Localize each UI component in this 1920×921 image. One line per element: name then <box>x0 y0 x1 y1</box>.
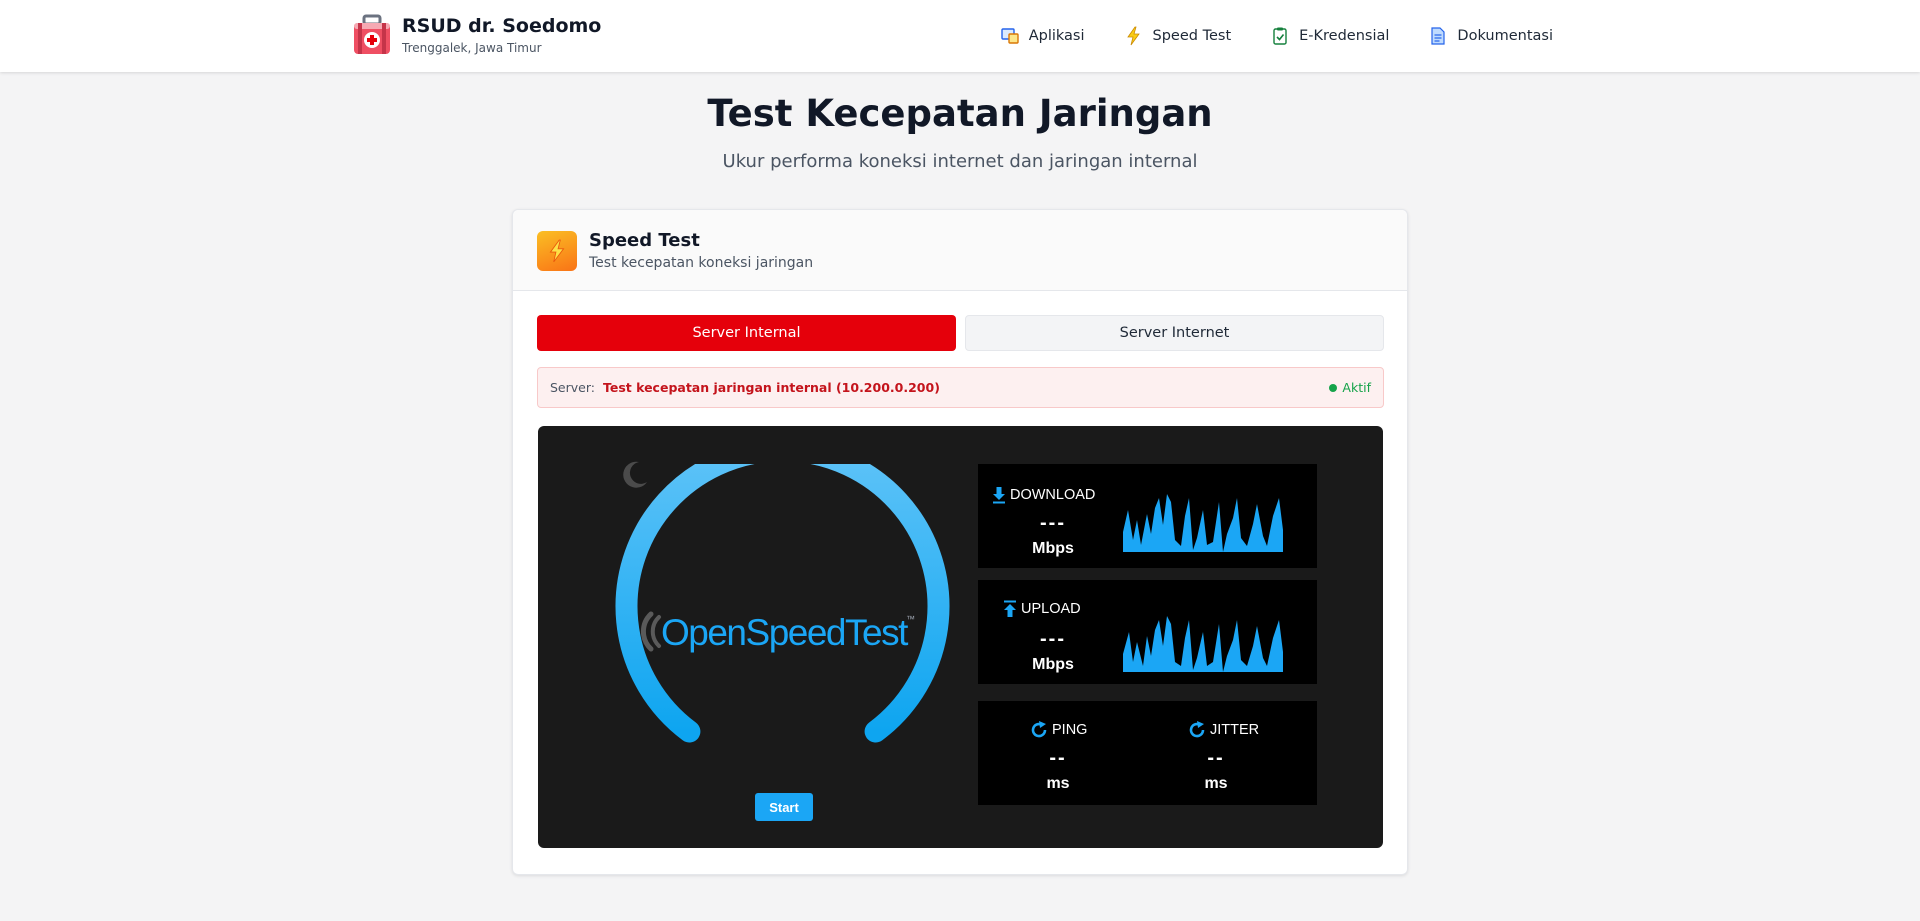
refresh-icon <box>1189 721 1205 738</box>
server-info-bar: Server: Test kecepatan jaringan internal… <box>537 367 1384 408</box>
jitter-value: -- <box>1207 747 1225 769</box>
nav-item-e-kredensial[interactable]: E-Kredensial <box>1269 25 1389 47</box>
download-label-text: DOWNLOAD <box>1010 487 1096 503</box>
document-icon <box>1427 25 1449 47</box>
jitter-label-text: JITTER <box>1210 722 1260 738</box>
download-graph <box>1123 494 1283 552</box>
tab-server-internal[interactable]: Server Internal <box>537 315 956 351</box>
nav-item-dokumentasi[interactable]: Dokumentasi <box>1427 25 1553 47</box>
page-title: Test Kecepatan Jaringan <box>707 92 1213 135</box>
jitter-label: JITTER <box>1188 721 1259 739</box>
ping-value: -- <box>1049 747 1067 769</box>
speedtest-panel: OpenSpeedTest ™ Start DOWNLOAD --- Mbps <box>538 426 1383 848</box>
download-label: DOWNLOAD <box>992 486 1095 504</box>
download-panel: DOWNLOAD --- Mbps <box>978 464 1317 568</box>
nav-label-speed-test: Speed Test <box>1152 28 1232 44</box>
lightning-icon <box>537 231 577 271</box>
upload-graph <box>1123 616 1283 672</box>
nav-label-e-kredensial: E-Kredensial <box>1299 28 1390 44</box>
upload-label-text: UPLOAD <box>1021 601 1081 617</box>
brand-title: RSUD dr. Soedomo <box>402 15 602 37</box>
logo-trademark: ™ <box>906 614 915 624</box>
first-aid-kit-icon <box>354 14 390 54</box>
server-label: Server: <box>550 380 595 395</box>
tab-server-internet[interactable]: Server Internet <box>965 315 1384 351</box>
upload-value: --- <box>1040 628 1066 650</box>
card-subtitle: Test kecepatan koneksi jaringan <box>589 255 814 271</box>
download-graph-area <box>1123 494 1283 552</box>
logo-text: OpenSpeedTest <box>661 612 909 653</box>
brand[interactable]: RSUD dr. Soedomo Trenggalek, Jawa Timur <box>352 14 601 56</box>
download-unit: Mbps <box>1032 540 1074 557</box>
openspeedtest-logo-icon: OpenSpeedTest ™ <box>640 611 915 653</box>
upload-label: UPLOAD <box>1003 600 1081 618</box>
upload-graph-area <box>1123 616 1283 672</box>
card-title: Speed Test <box>589 230 700 251</box>
status-dot-icon <box>1329 383 1338 392</box>
refresh-icon <box>1031 721 1047 738</box>
card-header: Speed Test Test kecepatan koneksi jaring… <box>513 210 1407 291</box>
ping-label-text: PING <box>1052 722 1088 738</box>
status-text: Aktif <box>1342 380 1371 395</box>
jitter-unit: ms <box>1204 775 1228 792</box>
nav-label-aplikasi: Aplikasi <box>1028 28 1085 44</box>
nav-item-aplikasi[interactable]: Aplikasi <box>999 25 1085 47</box>
upload-panel: UPLOAD --- Mbps <box>978 580 1317 684</box>
nav-item-speed-test[interactable]: Speed Test <box>1123 25 1232 47</box>
speed-test-card: Speed Test Test kecepatan koneksi jaring… <box>512 209 1408 875</box>
ping-jitter-panel: PING -- ms JITTER -- ms <box>978 701 1317 805</box>
ping-unit: ms <box>1046 775 1070 792</box>
start-button[interactable]: Start <box>755 793 813 821</box>
lightning-icon <box>1123 25 1145 47</box>
top-navbar: RSUD dr. Soedomo Trenggalek, Jawa Timur … <box>0 0 1920 72</box>
page-subtitle: Ukur performa koneksi internet dan jarin… <box>722 151 1198 172</box>
speed-gauge: OpenSpeedTest ™ <box>615 464 950 743</box>
gauge-arc <box>615 464 950 743</box>
nav-label-dokumentasi: Dokumentasi <box>1457 28 1553 44</box>
clipboard-check-icon <box>1269 25 1291 47</box>
apps-icon <box>999 25 1021 47</box>
ping-label: PING <box>1030 721 1087 739</box>
download-arrow-icon <box>993 487 1005 504</box>
main-nav: Aplikasi Speed Test E-Kredensial Dokumen… <box>999 0 1553 72</box>
server-value: Test kecepatan jaringan internal (10.200… <box>602 380 940 395</box>
upload-arrow-icon <box>1004 600 1016 617</box>
download-value: --- <box>1040 512 1066 534</box>
status-badge: Aktif <box>1329 380 1371 395</box>
upload-unit: Mbps <box>1032 656 1074 673</box>
brand-subtitle: Trenggalek, Jawa Timur <box>402 41 542 55</box>
